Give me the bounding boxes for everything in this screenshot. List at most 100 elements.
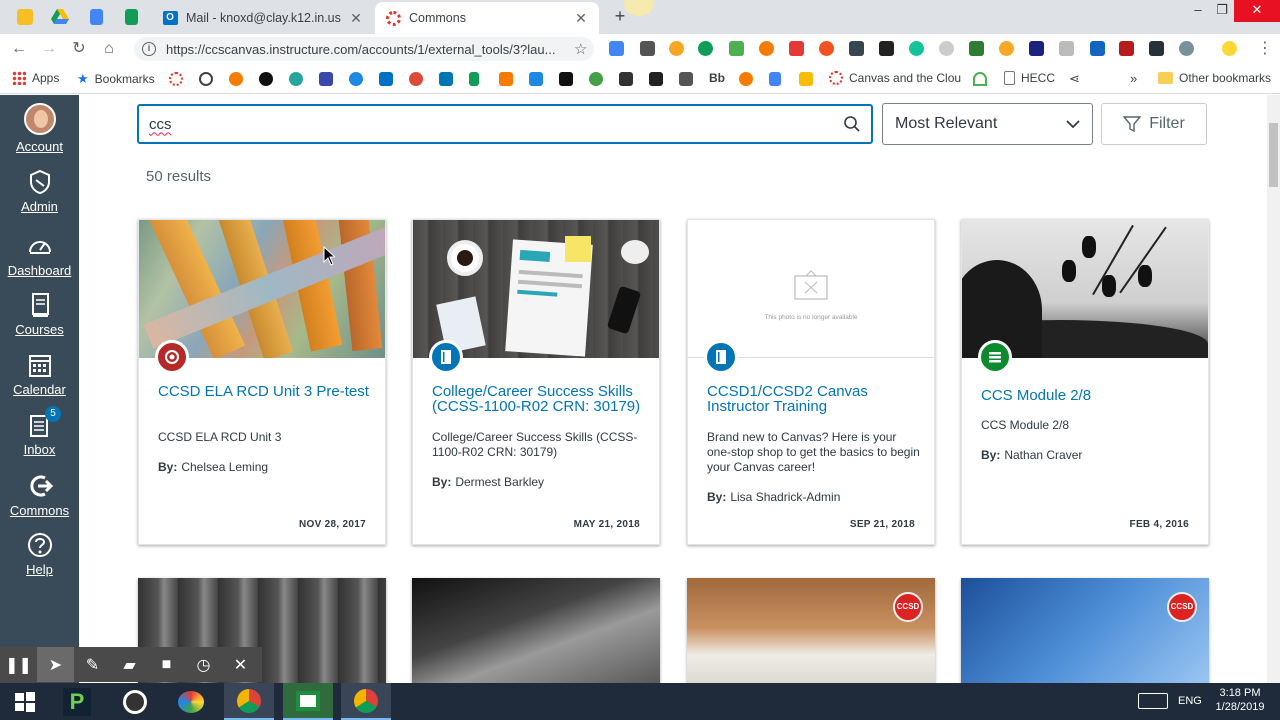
result-card[interactable]: This photo is no longer available CCSD1/… [687, 219, 935, 545]
windows-start-icon[interactable] [0, 683, 50, 720]
extension-cast-icon[interactable] [969, 41, 984, 56]
docs-bookmark-icon[interactable] [769, 72, 781, 86]
google-plus-bookmark-icon[interactable] [409, 72, 423, 86]
pinned-tab-drive[interactable] [43, 5, 77, 29]
page-scrollbar[interactable] [1267, 95, 1280, 683]
search-input[interactable]: ccs [137, 104, 873, 144]
extension-alert-icon[interactable] [819, 41, 834, 56]
p-dark-bookmark-icon[interactable] [559, 72, 573, 86]
linkedin-bookmark-icon[interactable] [439, 72, 453, 86]
bookmark-bookmarks[interactable]: ★ Bookmarks [77, 71, 155, 87]
card-title[interactable]: College/Career Success Skills (CCSS-1100… [432, 384, 647, 414]
cjk-bookmark-icon[interactable] [679, 72, 693, 86]
close-window-button[interactable]: ✕ [1234, 0, 1280, 22]
clock[interactable]: 3:18 PM 1/28/2019 [1210, 687, 1270, 713]
close-tab-icon[interactable]: ✕ [348, 10, 364, 27]
taskbar-chrome-icon[interactable] [224, 683, 274, 720]
nav-dashboard[interactable]: Dashboard [0, 231, 79, 278]
blogger-bookmark-icon[interactable] [499, 72, 513, 86]
card-title[interactable]: CCSD1/CCSD2 Canvas Instructor Training [707, 384, 922, 414]
extension-grammarly-icon[interactable] [909, 41, 924, 56]
address-bar[interactable]: i https://ccscanvas.instructure.com/acco… [134, 37, 594, 61]
extension-coin-icon[interactable] [999, 41, 1014, 56]
gear-bookmark-icon[interactable] [199, 72, 213, 86]
pen-icon[interactable]: ✎ [74, 647, 111, 682]
card-title[interactable]: CCS Module 2/8 [981, 388, 1196, 403]
extension-dark-icon[interactable] [1149, 41, 1164, 56]
taskbar-block-icon[interactable] [110, 683, 160, 720]
extension-question-icon[interactable] [939, 41, 954, 56]
person-bookmark-icon[interactable] [229, 72, 243, 86]
tab-commons[interactable]: Commons ✕ [375, 2, 599, 34]
nav-courses[interactable]: Courses [0, 290, 79, 337]
bookmark-other[interactable]: Other bookmarks [1158, 71, 1271, 85]
extension-compass-icon[interactable] [669, 41, 684, 56]
highlighter-icon[interactable]: ▰ [111, 647, 148, 682]
info-icon[interactable]: i [142, 42, 156, 56]
scrollbar-thumb[interactable] [1269, 123, 1278, 187]
close-icon[interactable]: ✕ [222, 647, 259, 682]
forward-icon[interactable]: → [38, 38, 60, 60]
canvas-bookmark-icon[interactable] [169, 72, 183, 86]
bookmarks-overflow[interactable]: » [1130, 71, 1137, 86]
drive-bookmark-icon[interactable] [799, 72, 813, 86]
pinned-tab-docs[interactable] [79, 5, 113, 29]
extension-screen-icon[interactable] [849, 41, 864, 56]
reload-icon[interactable]: ↻ [68, 38, 90, 60]
nav-admin[interactable]: Admin [0, 167, 79, 214]
extension-bulb-icon[interactable] [1029, 41, 1044, 56]
bookmark-canvas-cloud[interactable]: Canvas and the Clou [829, 71, 961, 85]
close-tab-icon[interactable]: ✕ [573, 10, 589, 27]
pinned-tab-keep[interactable] [8, 5, 42, 29]
hammer-bookmark-icon[interactable] [619, 72, 633, 86]
nav-account[interactable]: Account [0, 103, 79, 154]
extension-hat-icon[interactable] [879, 41, 894, 56]
menu-icon[interactable]: ⋮ [1254, 38, 1276, 60]
timer-icon[interactable]: ◷ [185, 647, 222, 682]
language-indicator[interactable]: ENG [1178, 695, 1202, 707]
result-card[interactable]: College/Career Success Skills (CCSS-1100… [412, 219, 660, 545]
back-icon[interactable]: ← [8, 38, 30, 60]
camera-icon[interactable]: ■ [148, 647, 185, 682]
extension-shield-icon[interactable] [640, 41, 655, 56]
taskbar-classroom-icon[interactable] [283, 683, 333, 720]
share-bookmark-icon[interactable]: ⋖ [1069, 72, 1083, 86]
extension-puzzle-icon[interactable] [789, 41, 804, 56]
pointer-icon[interactable]: ➤ [37, 647, 74, 682]
result-card-image-meeting[interactable]: CCSD [687, 578, 935, 683]
swirl-bookmark-icon[interactable] [289, 72, 303, 86]
bookmark-hecc[interactable]: HECC [1004, 71, 1055, 85]
calendar-bookmark-icon[interactable] [319, 72, 333, 86]
home-icon[interactable]: ⌂ [98, 38, 120, 60]
h-bookmark-icon[interactable] [739, 72, 753, 86]
bookmark-apps[interactable]: Apps [12, 71, 59, 85]
sort-select[interactable]: Most Relevant [882, 103, 1093, 145]
send-bookmark-icon[interactable] [259, 72, 273, 86]
search-icon[interactable] [843, 115, 861, 133]
layers-bookmark-icon[interactable] [649, 72, 663, 86]
star-icon[interactable]: ☆ [574, 40, 594, 58]
result-card-image-laptop[interactable] [412, 578, 660, 683]
pinned-tab-sheets[interactable] [114, 5, 148, 29]
extension-chrome-icon[interactable] [1179, 41, 1194, 56]
p-bookmark-icon[interactable] [529, 72, 543, 86]
card-title[interactable]: CCSD ELA RCD Unit 3 Pre-test [158, 384, 373, 399]
taskbar-paint-icon[interactable] [166, 683, 216, 720]
leaf-bookmark-icon[interactable] [589, 72, 603, 86]
pause-icon[interactable]: ❚❚ [0, 647, 37, 682]
sheets-bookmark-icon[interactable] [469, 72, 479, 86]
nav-commons[interactable]: Commons [0, 471, 79, 518]
extension-d-icon[interactable] [1059, 41, 1074, 56]
nav-help[interactable]: Help [0, 530, 79, 577]
rainbow-bookmark-icon[interactable] [973, 72, 987, 86]
extension-audio-icon[interactable] [1119, 41, 1134, 56]
filter-button[interactable]: Filter [1101, 103, 1207, 145]
extension-pen-icon[interactable] [1090, 41, 1105, 56]
taskbar-p-app-icon[interactable]: P [52, 683, 102, 720]
outlook-bookmark-icon[interactable] [379, 72, 393, 86]
taskbar-chrome-icon[interactable] [341, 683, 391, 720]
extension-evernote-icon[interactable] [698, 41, 713, 56]
bookmark-bb[interactable]: Bb [709, 71, 725, 85]
nav-calendar[interactable]: Calendar [0, 350, 79, 397]
extension-drive-icon[interactable] [609, 41, 624, 56]
